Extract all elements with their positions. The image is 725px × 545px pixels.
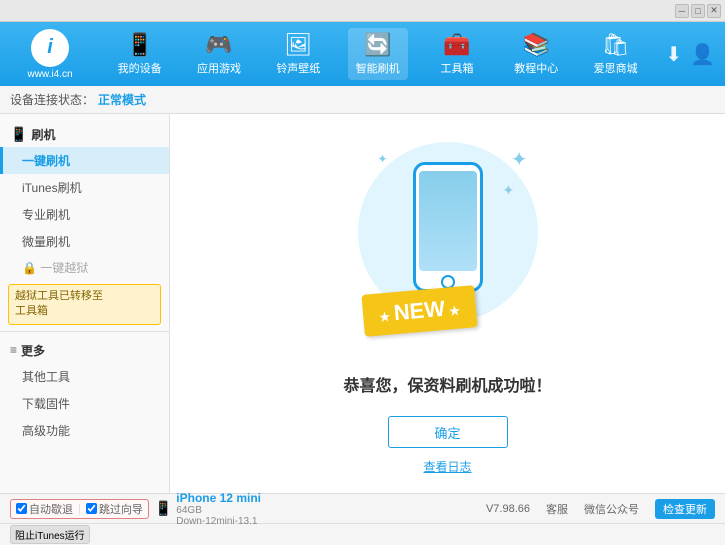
logo-icon: i	[31, 29, 69, 67]
more-label: 更多	[21, 342, 45, 359]
nav-apps[interactable]: 🎮 应用游戏	[189, 28, 249, 80]
customer-service-link[interactable]: 客服	[546, 501, 568, 517]
device-info-section: 📱 iPhone 12 mini 64GB Down-12mini-13.1	[155, 491, 261, 527]
tutorial-label: 教程中心	[514, 60, 558, 76]
sidebar-item-one-click-flash[interactable]: 一键刷机	[0, 147, 169, 174]
minimize-button[interactable]: ─	[675, 4, 689, 18]
jailbreak-label: 一键越狱	[40, 261, 88, 275]
flash-section-label: 刷机	[31, 126, 55, 143]
check-update-button[interactable]: 检查更新	[655, 499, 715, 519]
title-bar: ─ □ ✕	[0, 0, 725, 22]
status-value: 正常模式	[98, 91, 146, 108]
sparkle3-icon: ✦	[378, 152, 388, 166]
nav-smart-flash[interactable]: 🔄 智能刷机	[348, 28, 408, 80]
sidebar: 📱 刷机 一键刷机 iTunes刷机 专业刷机 微量刷机 🔒 一键越狱 越狱工具…	[0, 114, 170, 493]
logo-url: www.i4.cn	[27, 69, 72, 80]
sidebar-disabled-jailbreak: 🔒 一键越狱	[0, 255, 169, 280]
sidebar-item-download-firmware[interactable]: 下载固件	[0, 390, 169, 417]
navbar: i www.i4.cn 📱 我的设备 🎮 应用游戏 🖼 铃声壁纸 🔄 智能刷机 …	[0, 22, 725, 86]
success-illustration: ✦ ✦ ✦ NEW	[348, 132, 548, 352]
mall-icon: 🛍	[602, 32, 630, 58]
logo-symbol: i	[47, 36, 53, 59]
smart-flash-icon: 🔄	[364, 32, 391, 58]
learn-more-link[interactable]: 查看日志	[423, 458, 471, 475]
apps-icon: 🎮	[205, 32, 232, 58]
version-text: V7.98.66	[486, 503, 530, 515]
wallpaper-label: 铃声壁纸	[276, 60, 320, 76]
sidebar-divider	[0, 331, 169, 332]
phone-device	[413, 162, 483, 292]
bottom-left: 自动歇退 | 跳过向导 📱 iPhone 12 mini 64GB Down-1…	[10, 491, 261, 527]
lock-icon: 🔒	[22, 261, 40, 275]
device-system: Down-12mini-13.1	[176, 516, 261, 527]
my-device-label: 我的设备	[118, 60, 162, 76]
checkbox-group: 自动歇退 | 跳过向导	[10, 499, 149, 519]
skip-wizard-label: 跳过向导	[99, 501, 143, 517]
logo: i www.i4.cn	[10, 29, 90, 80]
success-text: 恭喜您，保资料刷机成功啦！	[343, 372, 551, 396]
bottom-right: V7.98.66 客服 微信公众号 检查更新	[486, 499, 715, 519]
status-bar: 设备连接状态： 正常模式	[0, 86, 725, 114]
sparkle2-icon: ✦	[503, 182, 515, 199]
sidebar-item-advanced[interactable]: 高级功能	[0, 417, 169, 444]
toolbox-icon: 🧰	[443, 32, 470, 58]
nav-wallpaper[interactable]: 🖼 铃声壁纸	[268, 28, 328, 80]
sidebar-more-header: ≡ 更多	[0, 338, 169, 363]
skip-wizard-checkbox[interactable]	[86, 503, 97, 514]
device-phone-icon: 📱	[155, 500, 172, 517]
close-button[interactable]: ✕	[707, 4, 721, 18]
my-device-icon: 📱	[126, 32, 153, 58]
toolbox-label: 工具箱	[440, 60, 473, 76]
device-storage: 64GB	[176, 505, 261, 516]
window-controls[interactable]: ─ □ ✕	[675, 4, 721, 18]
main-layout: 📱 刷机 一键刷机 iTunes刷机 专业刷机 微量刷机 🔒 一键越狱 越狱工具…	[0, 114, 725, 493]
content-area: ✦ ✦ ✦ NEW 恭喜您，保资料刷机成功啦！ 确定 查看日志	[170, 114, 725, 493]
nav-items: 📱 我的设备 🎮 应用游戏 🖼 铃声壁纸 🔄 智能刷机 🧰 工具箱 📚 教程中心…	[100, 28, 655, 80]
sparkles-icon: ✦	[511, 147, 528, 172]
new-banner: NEW	[361, 285, 477, 337]
checkbox-auto-dismiss[interactable]: 自动歇退	[16, 501, 73, 517]
nav-toolbox[interactable]: 🧰 工具箱	[427, 28, 487, 80]
checkbox-skip-wizard[interactable]: 跳过向导	[86, 501, 143, 517]
sidebar-notice: 越狱工具已转移至 工具箱	[8, 284, 161, 325]
sidebar-item-micro-flash[interactable]: 微量刷机	[0, 228, 169, 255]
phone-screen	[419, 171, 477, 271]
nav-right: ⬇ 👤	[665, 42, 715, 67]
status-label: 设备连接状态：	[10, 91, 94, 108]
flash-section-icon: 📱	[10, 126, 27, 143]
download-button[interactable]: ⬇	[665, 42, 682, 67]
sidebar-flash-header: 📱 刷机	[0, 122, 169, 147]
sidebar-item-itunes-flash[interactable]: iTunes刷机	[0, 174, 169, 201]
apps-label: 应用游戏	[197, 60, 241, 76]
tutorial-icon: 📚	[523, 32, 550, 58]
itunes-stop-button[interactable]: 阻止iTunes运行	[10, 525, 90, 544]
mall-label: 爱思商城	[594, 60, 638, 76]
nav-tutorial[interactable]: 📚 教程中心	[506, 28, 566, 80]
auto-dismiss-checkbox[interactable]	[16, 503, 27, 514]
sidebar-item-pro-flash[interactable]: 专业刷机	[0, 201, 169, 228]
confirm-button[interactable]: 确定	[388, 416, 508, 448]
nav-mall[interactable]: 🛍 爱思商城	[586, 28, 646, 80]
maximize-button[interactable]: □	[691, 4, 705, 18]
user-button[interactable]: 👤	[690, 42, 715, 67]
wechat-link[interactable]: 微信公众号	[584, 501, 639, 517]
smart-flash-label: 智能刷机	[356, 60, 400, 76]
more-icon: ≡	[10, 343, 17, 357]
wallpaper-icon: 🖼	[284, 32, 312, 58]
nav-my-device[interactable]: 📱 我的设备	[110, 28, 170, 80]
bottom-bar: 自动歇退 | 跳过向导 📱 iPhone 12 mini 64GB Down-1…	[0, 493, 725, 523]
auto-dismiss-label: 自动歇退	[29, 501, 73, 517]
sidebar-item-other-tools[interactable]: 其他工具	[0, 363, 169, 390]
